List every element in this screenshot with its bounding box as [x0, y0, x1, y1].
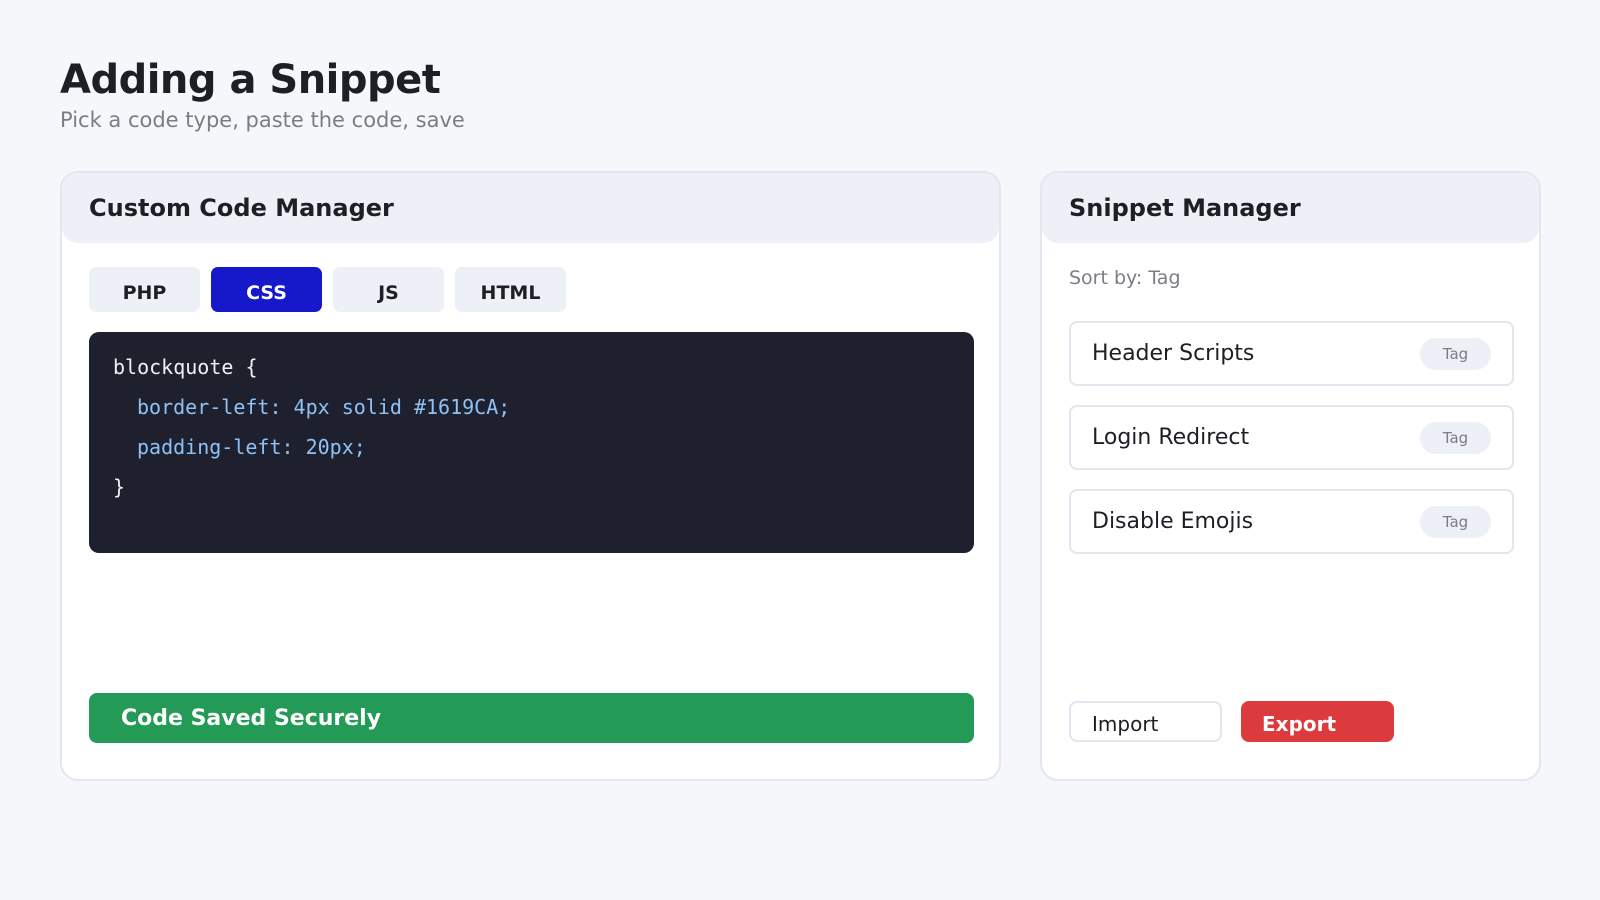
import-button[interactable]: Import: [1069, 701, 1222, 742]
code-editor[interactable]: blockquote { border-left: 4px solid #161…: [89, 332, 974, 553]
save-status-text: Code Saved Securely: [121, 705, 382, 731]
snippet-manager-title: Snippet Manager: [1069, 194, 1301, 222]
page-subtitle: Pick a code type, paste the code, save: [60, 108, 465, 132]
export-button[interactable]: Export: [1241, 701, 1394, 742]
snippet-name: Login Redirect: [1092, 425, 1250, 450]
custom-code-manager-panel: Custom Code Manager PHP CSS JS HTML bloc…: [60, 171, 1001, 781]
tab-css[interactable]: CSS: [211, 267, 322, 312]
code-line: padding-left: 20px;: [137, 435, 366, 459]
snippet-name: Header Scripts: [1092, 341, 1255, 366]
code-manager-title: Custom Code Manager: [89, 194, 394, 222]
code-line: border-left: 4px solid #1619CA;: [137, 395, 511, 419]
snippet-tag-badge: Tag: [1420, 337, 1491, 370]
save-status-bar: Code Saved Securely: [89, 693, 974, 743]
code-line: }: [113, 475, 126, 499]
code-line: blockquote {: [113, 355, 258, 379]
snippet-tag-badge: Tag: [1420, 421, 1491, 454]
snippet-name: Disable Emojis: [1092, 509, 1254, 534]
snippet-actions: Import Export: [1069, 701, 1394, 742]
snippet-manager-panel: Snippet Manager Sort by: Tag Header Scri…: [1040, 171, 1541, 781]
snippet-manager-header: Snippet Manager: [1042, 173, 1539, 243]
snippet-tag-badge: Tag: [1420, 505, 1491, 538]
code-manager-header: Custom Code Manager: [62, 173, 999, 243]
snippet-item-login-redirect[interactable]: Login Redirect Tag: [1069, 405, 1514, 470]
tab-js[interactable]: JS: [333, 267, 444, 312]
sort-control[interactable]: Sort by: Tag: [1069, 267, 1181, 289]
code-type-tabs: PHP CSS JS HTML: [89, 267, 566, 312]
tab-html[interactable]: HTML: [455, 267, 566, 312]
page-title: Adding a Snippet: [60, 57, 441, 103]
snippet-item-header-scripts[interactable]: Header Scripts Tag: [1069, 321, 1514, 386]
page-header: Adding a Snippet Pick a code type, paste…: [60, 55, 465, 135]
snippet-list: Header Scripts Tag Login Redirect Tag Di…: [1069, 321, 1514, 554]
snippet-item-disable-emojis[interactable]: Disable Emojis Tag: [1069, 489, 1514, 554]
tab-php[interactable]: PHP: [89, 267, 200, 312]
